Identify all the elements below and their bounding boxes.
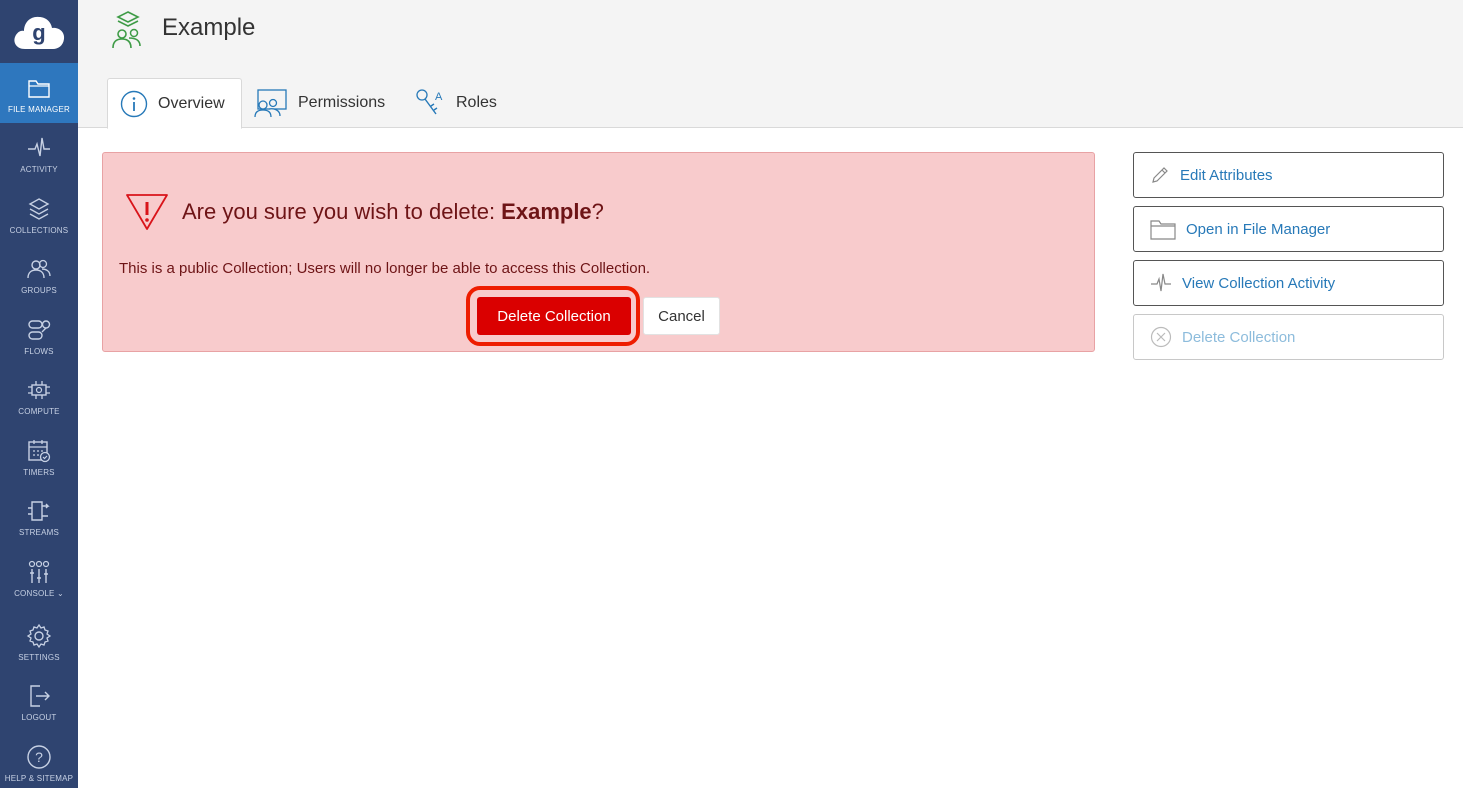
circle-x-icon — [1150, 326, 1172, 348]
chevron-down-icon: ⌄ — [57, 589, 64, 598]
page-header: Example Overview Permissions A Roles — [78, 0, 1463, 129]
sidebar-item-label: GROUPS — [21, 286, 57, 295]
sidebar-item-label: COLLECTIONS — [9, 226, 69, 235]
svg-text:?: ? — [35, 749, 43, 765]
action-label: Edit Attributes — [1180, 166, 1273, 184]
calendar-icon — [28, 440, 51, 463]
permissions-icon — [254, 89, 287, 118]
tab-overview[interactable]: Overview — [107, 78, 242, 129]
delete-collection-button: Delete Collection — [1133, 314, 1444, 360]
warning-icon — [126, 194, 168, 230]
page-title: Example — [162, 14, 256, 41]
sidebar-item-label: LOGOUT — [21, 713, 57, 722]
sidebar-item-console[interactable]: CONSOLE ⌄ — [0, 547, 78, 607]
flows-icon — [28, 320, 51, 340]
roles-icon: A — [416, 89, 443, 115]
activity-icon — [28, 137, 50, 157]
tab-roles[interactable]: A Roles — [414, 78, 514, 128]
sidebar: g FILE MANAGER ACTIVITY COLLECTIONS GROU… — [0, 0, 78, 788]
sidebar-item-label: TIMERS — [23, 468, 55, 477]
collection-name: Example — [501, 199, 592, 224]
info-icon — [120, 90, 148, 117]
cancel-button[interactable]: Cancel — [643, 297, 720, 335]
sidebar-item-label: FILE MANAGER — [8, 105, 70, 114]
view-collection-activity-button[interactable]: View Collection Activity — [1133, 260, 1444, 306]
sidebar-item-label: STREAMS — [18, 528, 60, 537]
sliders-icon — [28, 560, 50, 583]
confirm-delete-button[interactable]: Delete Collection — [477, 297, 631, 335]
sidebar-item-help[interactable]: ? HELP & SITEMAP — [0, 732, 78, 788]
action-label: Delete Collection — [1182, 328, 1296, 346]
help-icon: ? — [27, 745, 51, 769]
sidebar-item-label: COMPUTE — [18, 407, 60, 416]
edit-attributes-button[interactable]: Edit Attributes — [1133, 152, 1444, 198]
layers-icon — [28, 198, 50, 220]
sidebar-item-label: FLOWS — [24, 347, 54, 356]
action-label: Open in File Manager — [1186, 220, 1331, 238]
sidebar-item-activity[interactable]: ACTIVITY — [0, 123, 78, 183]
sidebar-item-timers[interactable]: TIMERS — [0, 426, 78, 486]
sidebar-item-settings[interactable]: SETTINGS — [0, 611, 78, 671]
svg-text:g: g — [32, 20, 45, 45]
logout-icon — [30, 685, 50, 707]
tab-permissions[interactable]: Permissions — [252, 78, 392, 128]
folder-icon — [28, 80, 50, 98]
sidebar-item-collections[interactable]: COLLECTIONS — [0, 184, 78, 244]
users-icon — [27, 259, 51, 279]
sidebar-item-label: SETTINGS — [18, 653, 60, 662]
activity-icon — [1151, 273, 1171, 292]
tab-label: Permissions — [298, 94, 386, 111]
sidebar-item-label: ACTIVITY — [20, 165, 58, 174]
sidebar-item-label: HELP & SITEMAP — [4, 774, 74, 783]
sidebar-item-label: CONSOLE ⌄ — [14, 589, 64, 598]
folder-icon — [1150, 220, 1176, 240]
pencil-icon — [1152, 167, 1168, 183]
globus-logo[interactable]: g — [0, 0, 78, 63]
gear-icon — [26, 623, 52, 649]
streams-icon — [28, 501, 50, 521]
action-label: View Collection Activity — [1182, 274, 1336, 292]
sidebar-item-groups[interactable]: GROUPS — [0, 244, 78, 304]
tab-label: Roles — [456, 94, 497, 111]
svg-text:A: A — [435, 91, 443, 103]
tab-label: Overview — [158, 94, 225, 112]
sidebar-item-flows[interactable]: FLOWS — [0, 305, 78, 365]
sidebar-item-logout[interactable]: LOGOUT — [0, 671, 78, 731]
open-in-file-manager-button[interactable]: Open in File Manager — [1133, 206, 1444, 252]
sidebar-item-compute[interactable]: COMPUTE — [0, 365, 78, 425]
compute-icon — [28, 381, 50, 399]
delete-question: Are you sure you wish to delete: Example… — [182, 199, 604, 224]
cloud-logo-icon: g — [14, 16, 65, 49]
sidebar-item-streams[interactable]: STREAMS — [0, 486, 78, 546]
sidebar-item-file-manager[interactable]: FILE MANAGER — [0, 63, 78, 123]
delete-warning-message: This is a public Collection; Users will … — [119, 260, 651, 277]
collection-icon — [112, 11, 141, 49]
